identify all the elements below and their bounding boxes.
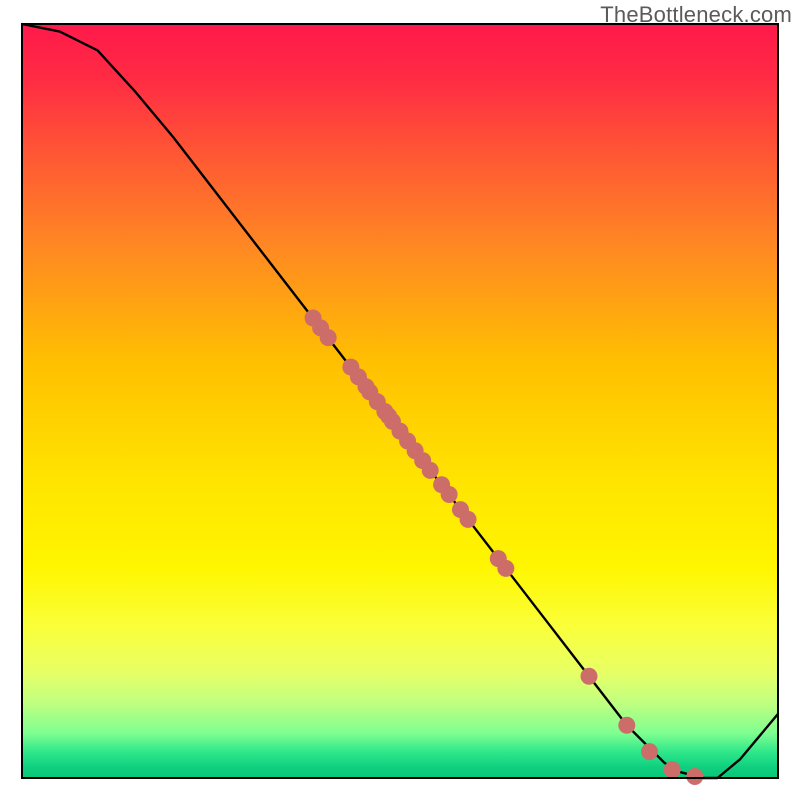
data-marker bbox=[441, 486, 458, 503]
chart-canvas bbox=[0, 0, 800, 800]
data-marker bbox=[460, 511, 477, 528]
data-marker bbox=[641, 743, 658, 760]
data-marker bbox=[497, 560, 514, 577]
bottleneck-chart: TheBottleneck.com bbox=[0, 0, 800, 800]
attribution-label: TheBottleneck.com bbox=[600, 2, 792, 28]
data-marker bbox=[422, 462, 439, 479]
data-marker bbox=[686, 768, 703, 785]
data-marker bbox=[664, 761, 681, 778]
data-marker bbox=[320, 329, 337, 346]
data-marker bbox=[618, 717, 635, 734]
data-marker bbox=[581, 668, 598, 685]
